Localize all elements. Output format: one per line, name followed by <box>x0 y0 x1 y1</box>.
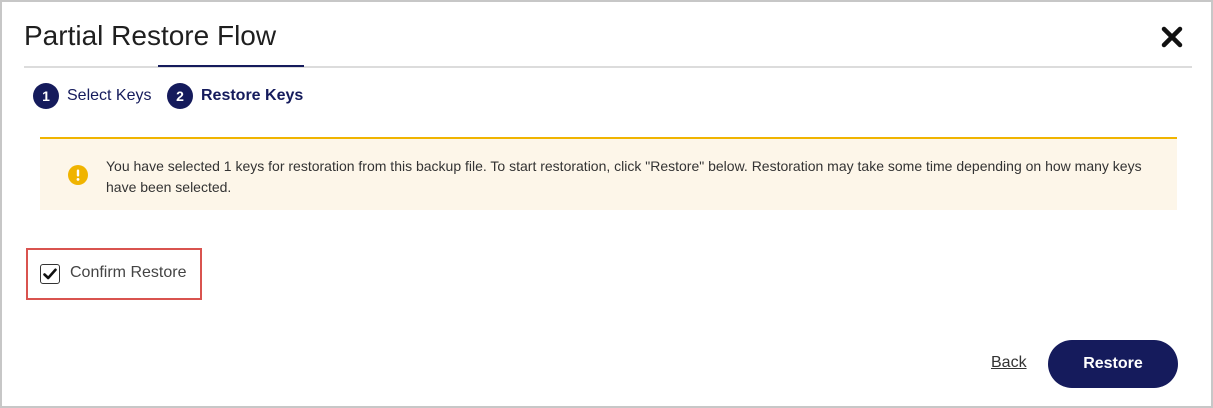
confirm-restore-label[interactable]: Confirm Restore <box>70 264 186 282</box>
step-label: Select Keys <box>67 87 152 104</box>
warning-icon <box>68 165 88 185</box>
step-number-badge: 2 <box>167 83 193 109</box>
partial-restore-dialog: Partial Restore Flow 1 Select Keys 2 Res… <box>0 0 1213 408</box>
checkmark-icon <box>43 268 57 280</box>
alert-message: You have selected 1 keys for restoration… <box>106 158 1142 195</box>
step-number-badge: 1 <box>33 83 59 109</box>
restore-button[interactable]: Restore <box>1048 340 1178 388</box>
close-icon[interactable] <box>1159 24 1185 50</box>
confirm-restore-checkbox[interactable] <box>40 264 60 284</box>
warning-alert: You have selected 1 keys for restoration… <box>40 137 1177 210</box>
step-select-keys[interactable]: 1 Select Keys <box>33 83 151 109</box>
step-restore-keys[interactable]: 2 Restore Keys <box>167 83 303 109</box>
step-label: Restore Keys <box>201 87 304 104</box>
header-accent-underline <box>158 65 304 67</box>
dialog-title: Partial Restore Flow <box>24 20 277 51</box>
back-link[interactable]: Back <box>991 354 1027 372</box>
